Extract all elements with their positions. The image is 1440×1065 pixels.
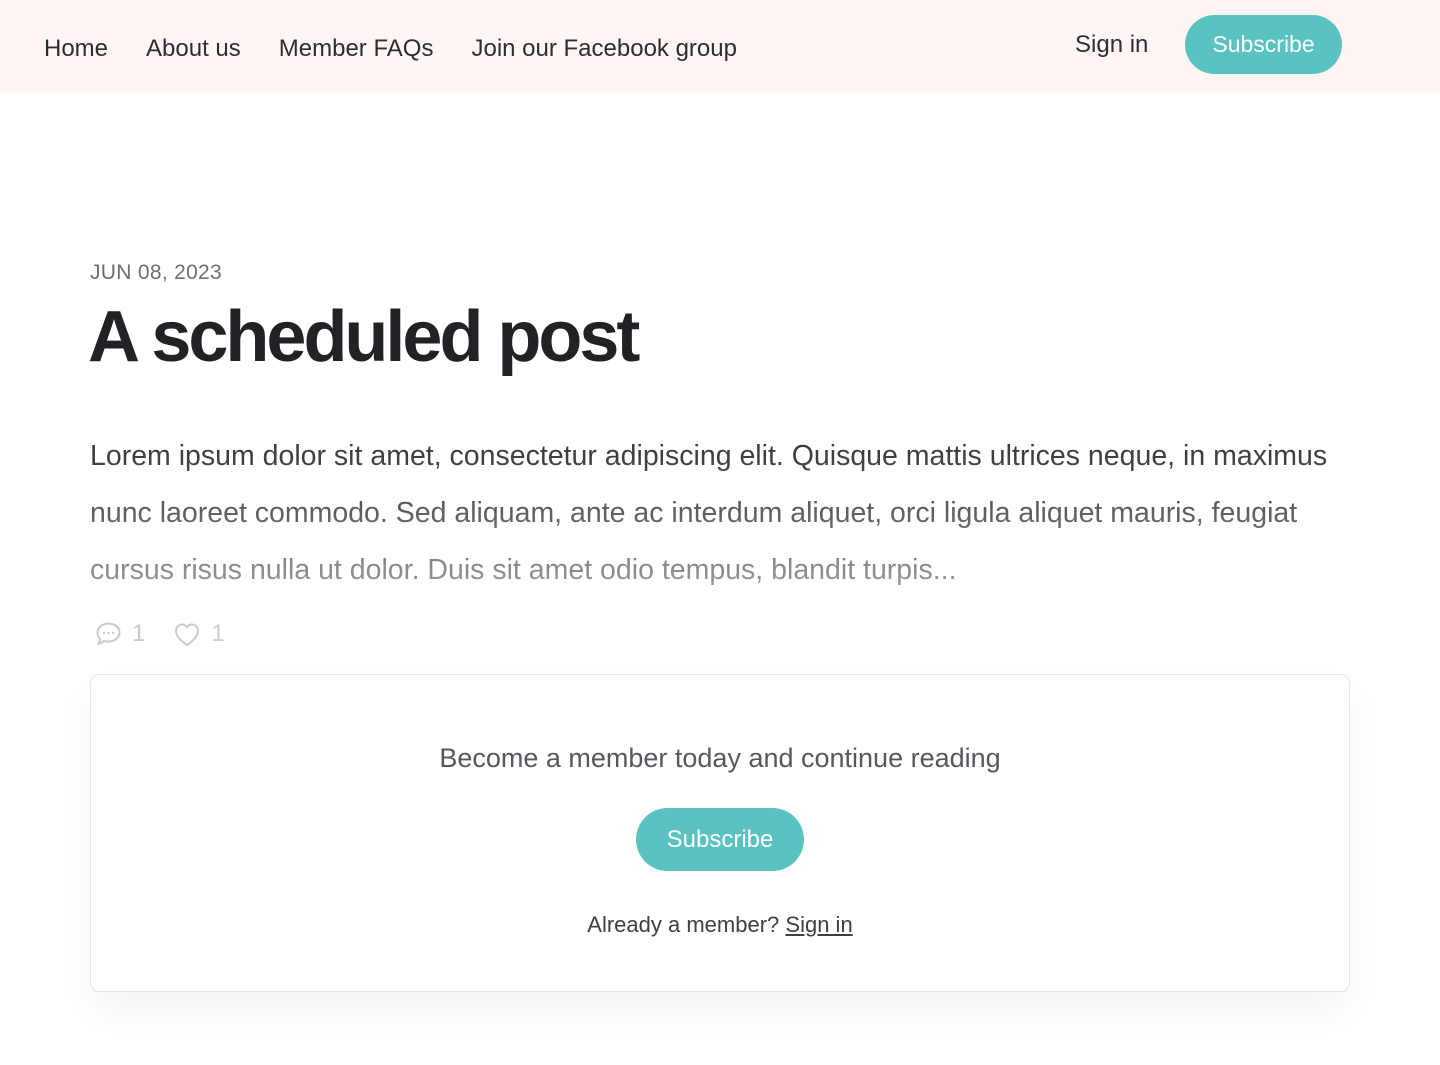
nav-item-facebook-group[interactable]: Join our Facebook group bbox=[471, 35, 737, 63]
nav-item-home[interactable]: Home bbox=[44, 35, 108, 63]
comment-count: 1 bbox=[132, 620, 146, 647]
post-title: A scheduled post bbox=[88, 297, 640, 377]
post-meta: 1 1 bbox=[95, 620, 225, 648]
like-count: 1 bbox=[211, 620, 225, 647]
cta-subscribe-button[interactable]: Subscribe bbox=[636, 808, 804, 871]
post-date: JUN 08, 2023 bbox=[90, 261, 223, 284]
main-nav: Home About us Member FAQs Join our Faceb… bbox=[44, 0, 737, 93]
heart-icon bbox=[173, 622, 201, 647]
cta-heading: Become a member today and continue readi… bbox=[439, 743, 1001, 773]
cta-already-member-text: Already a member? bbox=[587, 912, 780, 937]
post-excerpt: Lorem ipsum dolor sit amet, consectetur … bbox=[90, 428, 1350, 599]
header-sign-in-link[interactable]: Sign in bbox=[1075, 31, 1148, 59]
comments-button[interactable]: 1 bbox=[95, 620, 145, 648]
nav-item-about-us[interactable]: About us bbox=[146, 35, 241, 63]
member-cta-box: Become a member today and continue readi… bbox=[90, 674, 1350, 992]
header-subscribe-button[interactable]: Subscribe bbox=[1185, 15, 1342, 74]
site-header: Home About us Member FAQs Join our Faceb… bbox=[0, 0, 1440, 93]
comment-icon bbox=[95, 621, 122, 647]
nav-item-member-faqs[interactable]: Member FAQs bbox=[279, 35, 434, 63]
cta-already-member: Already a member? Sign in bbox=[91, 912, 1349, 938]
like-button[interactable]: 1 bbox=[173, 620, 225, 648]
cta-sign-in-link[interactable]: Sign in bbox=[785, 912, 852, 937]
